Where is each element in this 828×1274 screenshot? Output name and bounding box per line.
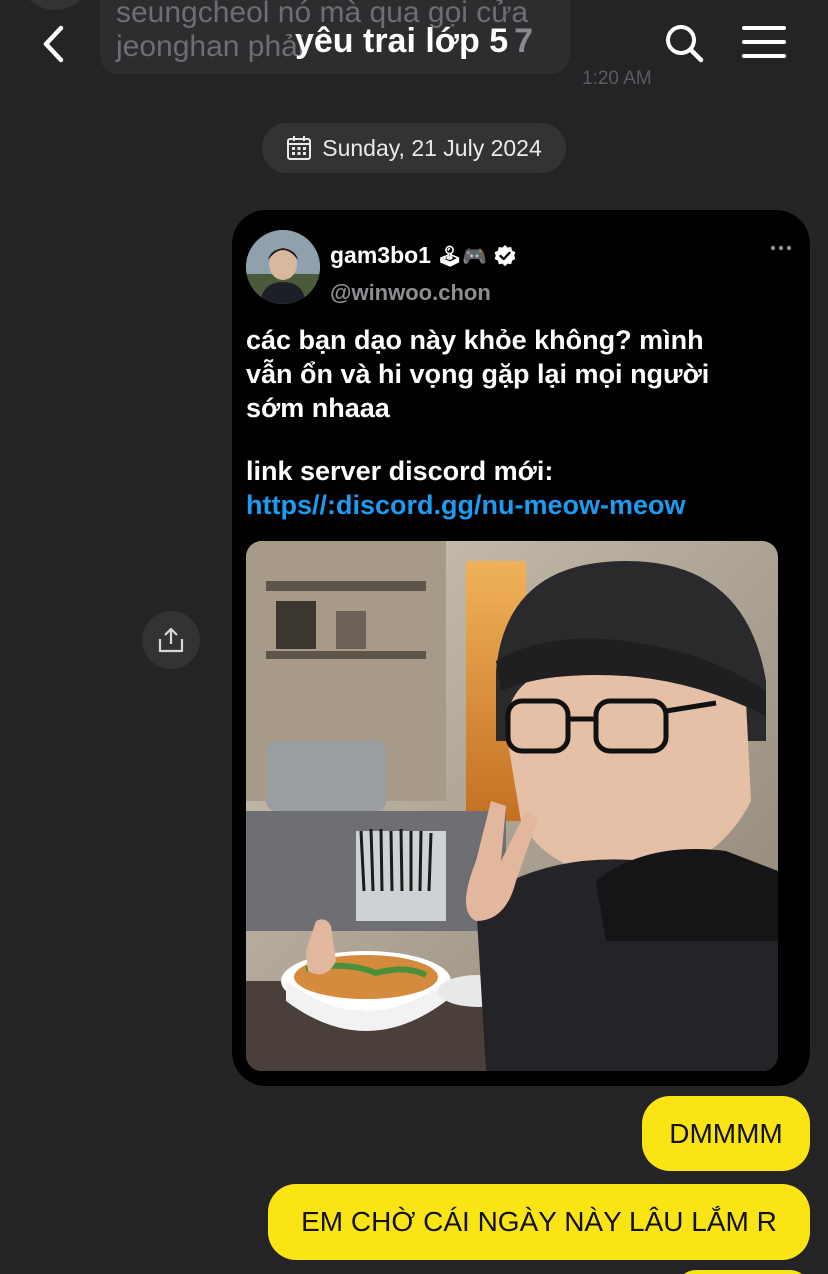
verified-badge-icon — [494, 244, 516, 266]
chat-screen: seungcheol nó mà qua gọi cửa jeonghan ph… — [0, 0, 828, 1274]
tweet-body: các bạn dạo này khỏe không? mình vẫn ổn … — [246, 325, 710, 423]
date-label: Sunday, 21 July 2024 — [322, 134, 542, 161]
tweet-link: https//:discord.gg/nu-meow-meow — [246, 490, 686, 520]
message-bubble-partial[interactable] — [676, 1270, 810, 1274]
more-dots-icon — [770, 245, 792, 251]
share-button[interactable] — [142, 611, 200, 669]
date-divider: Sunday, 21 July 2024 — [262, 123, 566, 173]
chat-title: yêu trai lớp 5 — [294, 22, 509, 60]
search-icon — [666, 25, 704, 63]
tweet-handle: @winwoo.chon — [330, 280, 491, 305]
message-text: DMMMM — [669, 1117, 783, 1149]
tweet-link-label: link server discord mới: — [246, 456, 554, 486]
chat-header: yêu trai lớp 57 — [0, 0, 828, 86]
calendar-icon — [287, 136, 312, 160]
message-text: EM CHỜ CÁI NGÀY NÀY LÂU LẮM R — [301, 1206, 777, 1237]
tweet-avatar — [246, 230, 320, 304]
tweet-name-emojis: 🕹🎮 — [436, 243, 488, 268]
message-bubble[interactable]: EM CHỜ CÁI NGÀY NÀY LÂU LẮM R — [268, 1184, 810, 1260]
image-message[interactable]: gam3bo1 🕹🎮 @winwoo.chon các bạn dạo này … — [232, 210, 810, 1086]
share-icon — [158, 627, 184, 653]
menu-icon — [742, 26, 786, 58]
tweet-name-text: gam3bo1 — [330, 242, 431, 268]
tweet-photo — [246, 541, 778, 1071]
menu-button[interactable] — [740, 22, 788, 66]
message-bubble[interactable]: DMMMM — [642, 1096, 810, 1171]
tweet-display-name: gam3bo1 🕹🎮 — [330, 242, 517, 269]
search-button[interactable] — [660, 20, 708, 68]
member-count: 7 — [514, 22, 534, 60]
